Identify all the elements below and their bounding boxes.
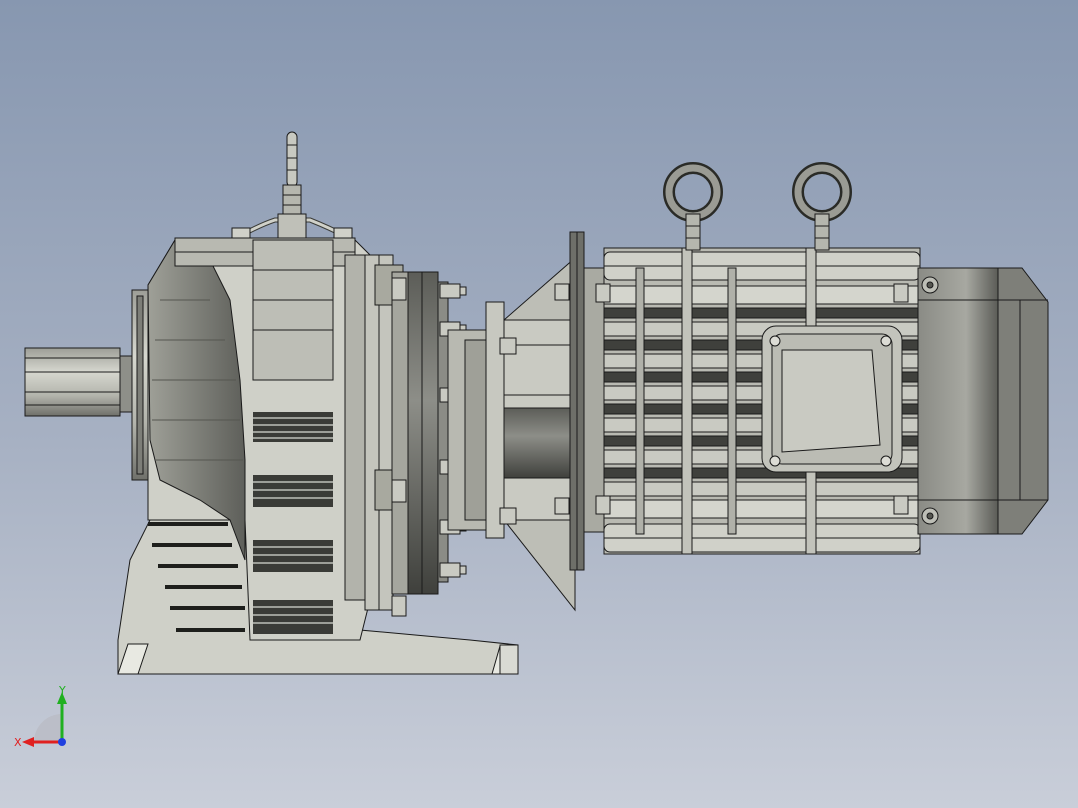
coordinate-triad: Y X [14, 684, 67, 749]
terminal-box[interactable] [761, 325, 903, 473]
lifting-eye-bolt-reducer[interactable] [231, 131, 353, 239]
reducer-end-cover[interactable] [391, 271, 449, 595]
z-axis-point [58, 738, 66, 746]
lifting-eye-bolt-motor-2[interactable] [792, 162, 852, 251]
output-shaft[interactable] [24, 289, 149, 481]
x-axis-label: X [14, 736, 22, 749]
y-axis-label: Y [58, 684, 66, 697]
coupling-adapter[interactable] [447, 256, 576, 612]
fan-cover[interactable] [917, 267, 1049, 535]
cad-viewport[interactable]: Y X [0, 0, 1078, 808]
gear-motor-model[interactable] [0, 0, 1078, 808]
lifting-eye-bolt-motor-1[interactable] [663, 162, 723, 251]
